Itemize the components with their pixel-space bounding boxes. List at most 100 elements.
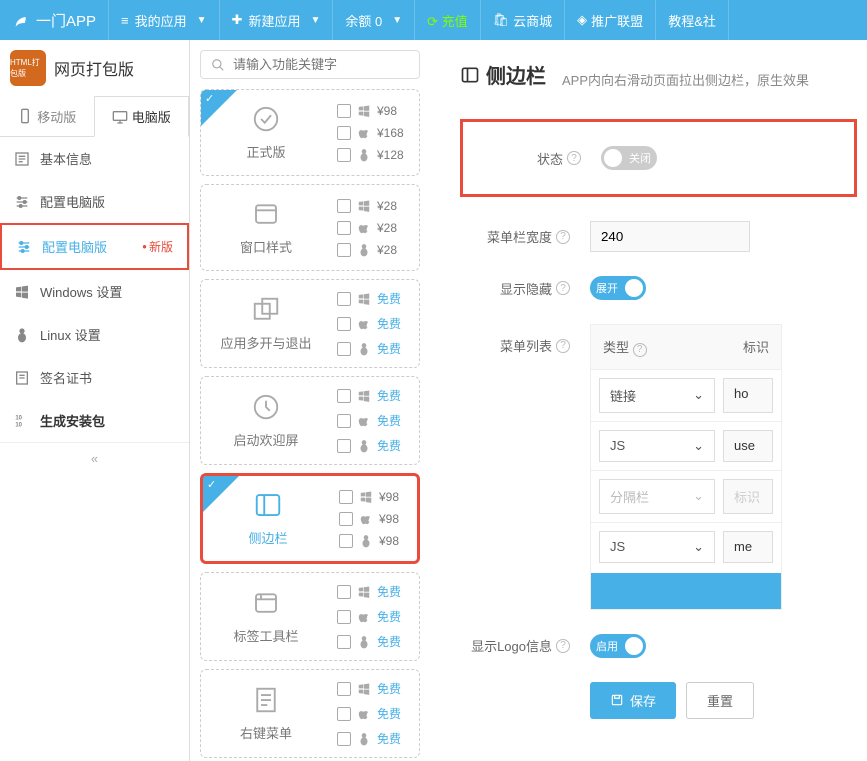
price-text: ¥98 bbox=[379, 534, 399, 548]
id-input[interactable]: me bbox=[723, 531, 773, 563]
checkbox[interactable] bbox=[337, 243, 351, 257]
id-input[interactable]: use bbox=[723, 430, 773, 462]
help-icon[interactable]: ? bbox=[556, 339, 570, 353]
help-icon[interactable]: ? bbox=[567, 151, 581, 165]
os-icon bbox=[357, 148, 371, 162]
checkbox[interactable] bbox=[337, 707, 351, 721]
price-text: 免费 bbox=[377, 340, 401, 357]
checkbox[interactable] bbox=[337, 682, 351, 696]
price-row: ¥98 bbox=[337, 104, 413, 118]
price-row: 免费 bbox=[337, 412, 413, 429]
nav-linux[interactable]: Linux 设置 bbox=[0, 313, 189, 356]
checkbox[interactable] bbox=[337, 317, 351, 331]
feature-card[interactable]: 右键菜单免费免费免费 bbox=[200, 669, 420, 758]
nav-build[interactable]: 1010 生成安装包 bbox=[0, 399, 189, 442]
id-input: 标识 bbox=[723, 479, 773, 514]
checkbox[interactable] bbox=[339, 534, 353, 548]
price-row: 免费 bbox=[337, 437, 413, 454]
nav-balance[interactable]: 余额 0▼ bbox=[333, 0, 415, 40]
add-menu-button[interactable] bbox=[591, 573, 781, 609]
toggle-logo[interactable]: 启用 bbox=[590, 634, 646, 658]
topbar: 一门APP ≡ 我的应用▼ ✚ 新建应用▼ 余额 0▼ ⟳ 充值 🛍 云商城 ◈… bbox=[0, 0, 867, 40]
tab-mobile[interactable]: 移动版 bbox=[0, 96, 94, 136]
price-row: 免费 bbox=[337, 315, 413, 332]
nav-newapp[interactable]: ✚ 新建应用▼ bbox=[220, 0, 334, 40]
nav-config-new[interactable]: 配置电脑版 新版 bbox=[0, 223, 189, 270]
price-text: ¥98 bbox=[379, 512, 399, 526]
help-icon[interactable]: ? bbox=[556, 230, 570, 244]
tab-desktop[interactable]: 电脑版 bbox=[94, 96, 190, 137]
help-icon[interactable]: ? bbox=[633, 343, 647, 357]
price-row: 免费 bbox=[337, 290, 413, 307]
type-select[interactable]: JS⌄ bbox=[599, 531, 715, 563]
windows-icon bbox=[14, 284, 30, 300]
os-icon bbox=[357, 707, 371, 721]
os-icon bbox=[357, 317, 371, 331]
detail-panel: 侧边栏 APP内向右滑动页面拉出侧边栏，原生效果 状态? 关闭 菜单栏宽度? 显… bbox=[430, 40, 867, 761]
feature-icon bbox=[251, 104, 281, 134]
save-button[interactable]: 保存 bbox=[590, 682, 676, 719]
os-icon bbox=[357, 610, 371, 624]
price-text: 免费 bbox=[377, 680, 401, 697]
feature-card[interactable]: 启动欢迎屏免费免费免费 bbox=[200, 376, 420, 465]
os-icon bbox=[357, 635, 371, 649]
price-row: 免费 bbox=[337, 633, 413, 650]
feature-title: 正式版 bbox=[246, 142, 285, 161]
input-width[interactable] bbox=[590, 221, 750, 252]
search-input[interactable] bbox=[233, 57, 409, 72]
checkbox[interactable] bbox=[337, 414, 351, 428]
feature-card[interactable]: 应用多开与退出免费免费免费 bbox=[200, 279, 420, 368]
id-input[interactable]: ho bbox=[723, 378, 773, 413]
checkbox[interactable] bbox=[339, 490, 353, 504]
checkbox[interactable] bbox=[337, 389, 351, 403]
checkbox[interactable] bbox=[337, 292, 351, 306]
nav-alliance[interactable]: ◈ 推广联盟 bbox=[565, 0, 656, 40]
toggle-state[interactable]: 关闭 bbox=[601, 146, 657, 170]
nav-tutorial[interactable]: 教程&社 bbox=[656, 0, 729, 40]
leaf-icon bbox=[12, 11, 30, 29]
nav-config[interactable]: 配置电脑版 bbox=[0, 180, 189, 223]
checkbox[interactable] bbox=[337, 199, 351, 213]
checkbox[interactable] bbox=[339, 512, 353, 526]
feature-card[interactable]: 正式版¥98¥168¥128 bbox=[200, 89, 420, 176]
row-menulist: 菜单列表? 类型 ? 标识 链接⌄hoJS⌄use分隔栏⌄标识JS⌄me bbox=[460, 324, 857, 610]
help-icon[interactable]: ? bbox=[556, 639, 570, 653]
price-row: 免费 bbox=[337, 583, 413, 600]
checkbox[interactable] bbox=[337, 585, 351, 599]
type-select[interactable]: 链接⌄ bbox=[599, 378, 715, 413]
checkbox[interactable] bbox=[337, 148, 351, 162]
nav-basic[interactable]: 基本信息 bbox=[0, 137, 189, 180]
checkbox[interactable] bbox=[337, 126, 351, 140]
nav-mall[interactable]: 🛍 云商城 bbox=[481, 0, 566, 40]
price-text: 免费 bbox=[377, 315, 401, 332]
feature-card[interactable]: 标签工具栏免费免费免费 bbox=[200, 572, 420, 661]
search-box[interactable] bbox=[200, 50, 420, 79]
os-icon bbox=[359, 490, 373, 504]
feature-title: 标签工具栏 bbox=[233, 626, 298, 645]
help-icon[interactable]: ? bbox=[556, 281, 570, 295]
reset-button[interactable]: 重置 bbox=[686, 682, 754, 719]
toggle-visibility[interactable]: 展开 bbox=[590, 276, 646, 300]
detail-title: 侧边栏 bbox=[460, 60, 546, 89]
nav-myapps[interactable]: ≡ 我的应用▼ bbox=[109, 0, 220, 40]
nav-cert[interactable]: 签名证书 bbox=[0, 356, 189, 399]
checkbox[interactable] bbox=[337, 439, 351, 453]
checkbox[interactable] bbox=[337, 635, 351, 649]
nav-recharge[interactable]: ⟳ 充值 bbox=[415, 0, 481, 40]
checkbox[interactable] bbox=[337, 104, 351, 118]
price-row: 免费 bbox=[337, 730, 413, 747]
feature-card[interactable]: 窗口样式¥28¥28¥28 bbox=[200, 184, 420, 271]
desktop-icon bbox=[112, 109, 128, 125]
checkbox[interactable] bbox=[337, 221, 351, 235]
checkbox[interactable] bbox=[337, 732, 351, 746]
logo[interactable]: 一门APP bbox=[0, 0, 109, 40]
price-row: ¥168 bbox=[337, 126, 413, 140]
checkbox[interactable] bbox=[337, 342, 351, 356]
nav-windows[interactable]: Windows 设置 bbox=[0, 270, 189, 313]
collapse-sidebar[interactable]: « bbox=[0, 442, 189, 474]
os-icon bbox=[357, 585, 371, 599]
type-select[interactable]: 分隔栏⌄ bbox=[599, 479, 715, 514]
type-select[interactable]: JS⌄ bbox=[599, 430, 715, 462]
checkbox[interactable] bbox=[337, 610, 351, 624]
feature-card[interactable]: 侧边栏¥98¥98¥98 bbox=[200, 473, 420, 564]
